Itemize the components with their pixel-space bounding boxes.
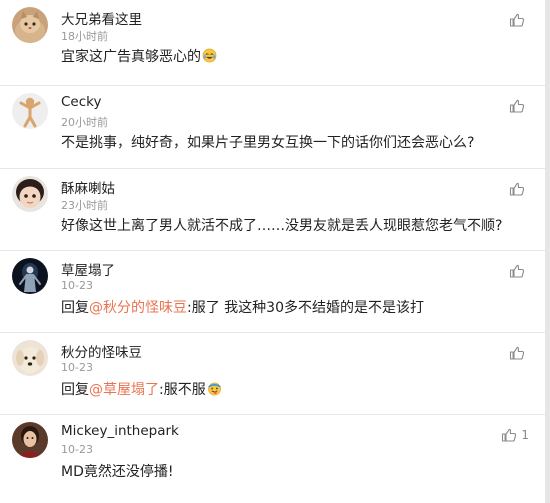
thumbs-up-icon — [509, 13, 525, 27]
comment-item: 秋分的怪味豆 10-23 回复@草屋塌了:服不服 — [0, 333, 545, 414]
cat-avatar[interactable] — [12, 7, 48, 43]
comment-time: 18小时前 — [61, 30, 108, 43]
crying-laughing-emoji-icon — [202, 48, 217, 63]
commenter-name[interactable]: Mickey_inthepark — [61, 423, 179, 439]
comment-text: 回复@草屋塌了:服不服 — [61, 379, 222, 399]
comment-time: 20小时前 — [61, 116, 108, 129]
like-button[interactable] — [509, 343, 529, 363]
commenter-name[interactable]: Cecky — [61, 94, 101, 110]
thumbs-up-icon — [509, 264, 525, 278]
like-button[interactable] — [509, 10, 529, 30]
comment-text: 回复@秋分的怪味豆:服了 我这种30多不结婚的是不是该打 — [61, 297, 424, 317]
comment-item: Mickey_inthepark 10-23 MD竟然还没停播! 1 — [0, 415, 545, 503]
comment-item: Cecky 20小时前 不是挑事，纯好奇，如果片子里男女互换一下的话你们还会恶心… — [0, 86, 545, 168]
like-button[interactable] — [509, 179, 529, 199]
reply-prefix: 回复 — [61, 300, 89, 316]
like-count: 1 — [521, 428, 529, 442]
comment-time: 23小时前 — [61, 199, 108, 212]
mention-link[interactable]: @秋分的怪味豆 — [89, 300, 187, 316]
figure-avatar[interactable] — [12, 93, 48, 129]
comment-list: 大兄弟看这里 18小时前 宜家这广告真够恶心的 Cecky 20小时前 不是挑事… — [0, 0, 545, 503]
commenter-name[interactable]: 草屋塌了 — [61, 259, 115, 279]
comment-item: 大兄弟看这里 18小时前 宜家这广告真够恶心的 — [0, 0, 545, 85]
comment-text: 宜家这广告真够恶心的 — [61, 46, 217, 66]
comment-body: 宜家这广告真够恶心的 — [61, 49, 201, 65]
comment-body: :服了 我这种30多不结婚的是不是该打 — [187, 300, 424, 316]
comment-body: :服不服 — [159, 382, 206, 398]
thumbs-up-icon — [509, 99, 525, 113]
comment-text: 好像这世上离了男人就活不成了……没男友就是丢人现眼惹您老气不顺? — [61, 218, 503, 234]
thumbs-up-icon — [502, 428, 517, 442]
comment-time: 10-23 — [61, 443, 93, 456]
like-button[interactable] — [509, 96, 529, 116]
like-button[interactable]: 1 — [501, 425, 529, 445]
comment-item: 酥麻喇姑 23小时前 好像这世上离了男人就活不成了……没男友就是丢人现眼惹您老气… — [0, 169, 545, 250]
person-avatar[interactable] — [12, 422, 48, 458]
mention-link[interactable]: @草屋塌了 — [89, 382, 159, 398]
comment-text: MD竟然还没停播! — [61, 464, 174, 480]
comment-time: 10-23 — [61, 279, 93, 292]
commenter-name[interactable]: 秋分的怪味豆 — [61, 341, 142, 361]
comment-time: 10-23 — [61, 361, 93, 374]
tongue-out-emoji-icon — [207, 381, 222, 396]
commenter-name[interactable]: 大兄弟看这里 — [61, 8, 142, 28]
comment-item: 草屋塌了 10-23 回复@秋分的怪味豆:服了 我这种30多不结婚的是不是该打 — [0, 251, 545, 332]
thumbs-up-icon — [509, 346, 525, 360]
child-avatar[interactable] — [12, 176, 48, 212]
like-button[interactable] — [509, 261, 529, 281]
dog-avatar[interactable] — [12, 340, 48, 376]
reply-prefix: 回复 — [61, 382, 89, 398]
thumbs-up-icon — [509, 182, 525, 196]
dark-figure-avatar[interactable] — [12, 258, 48, 294]
comment-text: 不是挑事，纯好奇，如果片子里男女互换一下的话你们还会恶心么? — [61, 135, 475, 151]
commenter-name[interactable]: 酥麻喇姑 — [61, 177, 115, 197]
